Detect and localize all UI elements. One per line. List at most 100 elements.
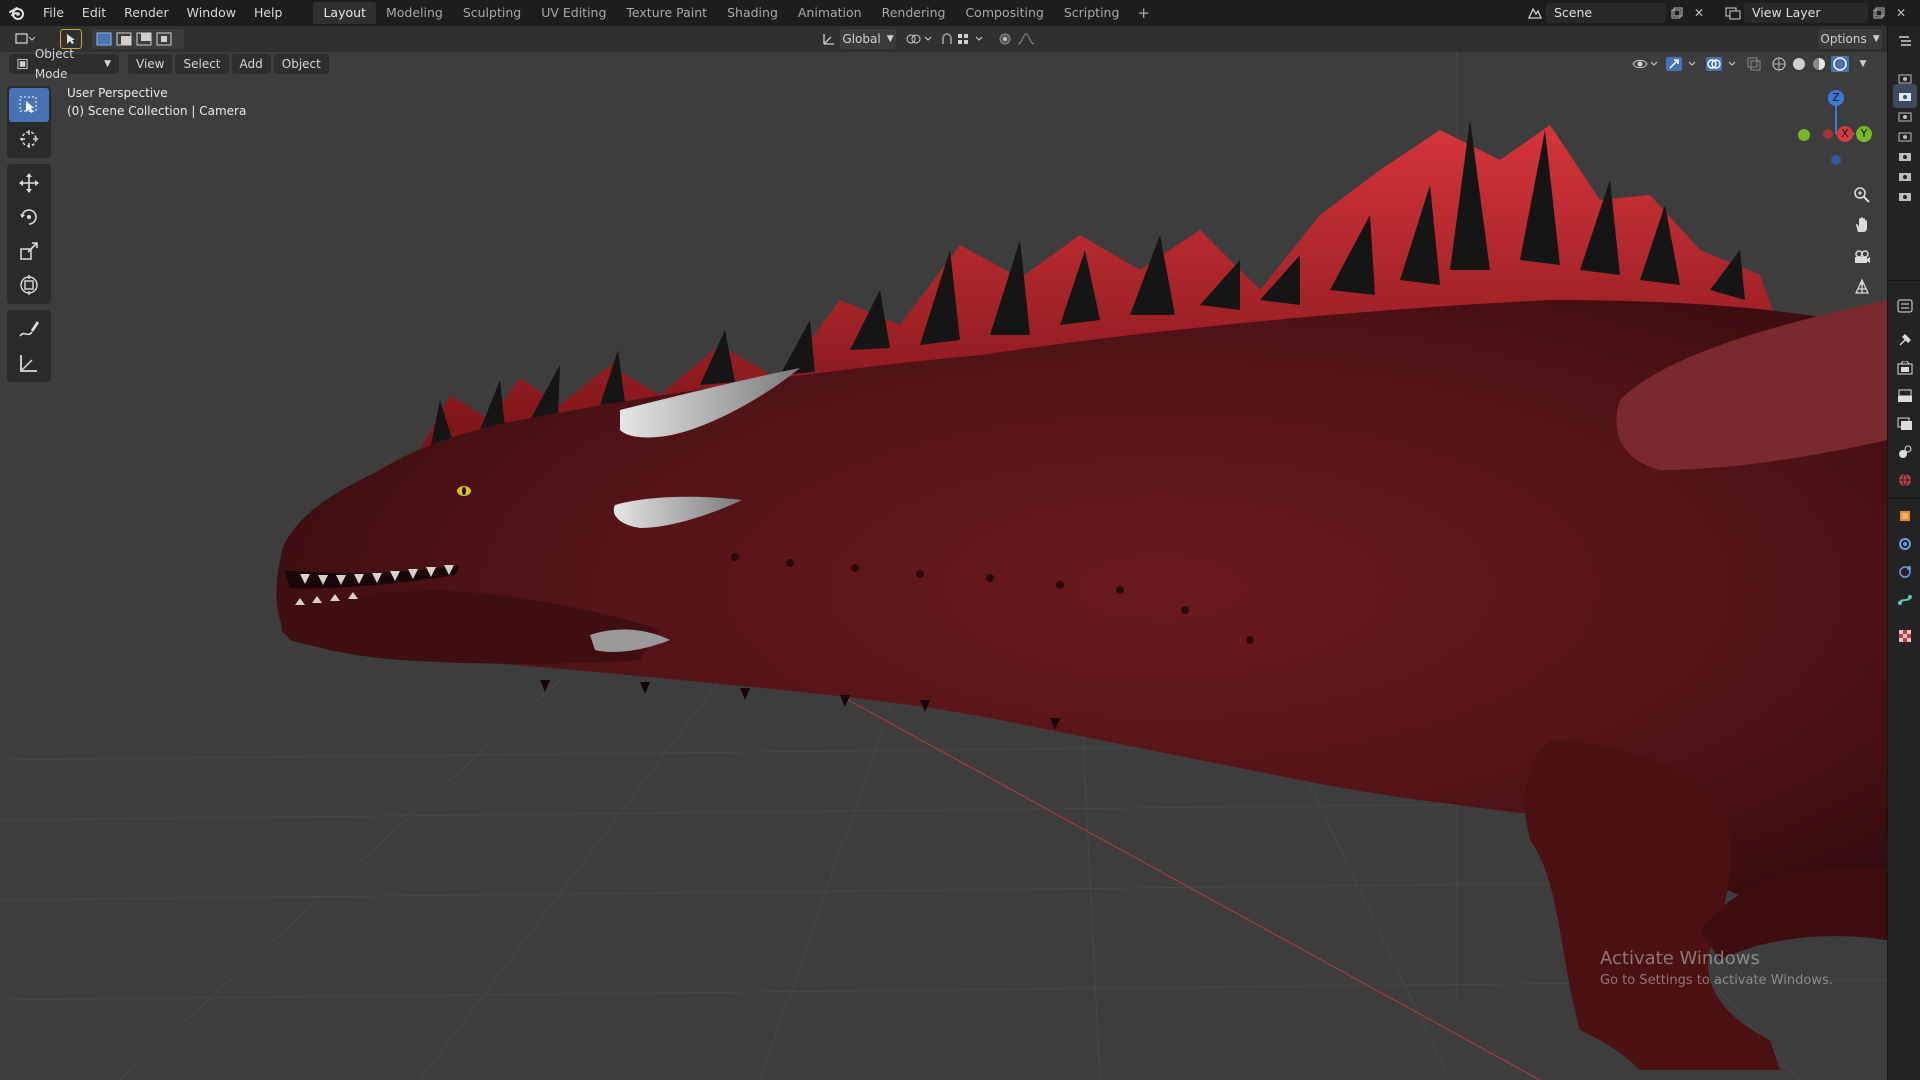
object-properties-icon[interactable] bbox=[1893, 504, 1917, 528]
tab-sculpting[interactable]: Sculpting bbox=[453, 2, 531, 24]
rotate-tool-icon[interactable] bbox=[9, 200, 49, 234]
viewport-scene bbox=[0, 52, 1887, 1080]
properties-tab-strip bbox=[1887, 26, 1920, 1080]
options-dropdown[interactable]: Options ▼ bbox=[1818, 29, 1882, 49]
tab-uv-editing[interactable]: UV Editing bbox=[531, 2, 616, 24]
snapping-icon[interactable] bbox=[938, 29, 988, 49]
tab-layout[interactable]: Layout bbox=[313, 2, 376, 24]
strip-divider bbox=[1888, 498, 1920, 499]
orientation-label: Global bbox=[842, 32, 881, 46]
menu-window[interactable]: Window bbox=[178, 0, 245, 26]
strip-divider bbox=[1888, 280, 1920, 281]
object-mode-dropdown[interactable]: Object Mode ▼ bbox=[9, 47, 119, 81]
menu-help[interactable]: Help bbox=[245, 0, 292, 26]
toolbar-group-transform bbox=[7, 164, 51, 304]
blender-logo-icon[interactable] bbox=[0, 0, 34, 26]
add-workspace-button[interactable]: + bbox=[1129, 4, 1158, 22]
menu-add[interactable]: Add bbox=[231, 54, 271, 74]
top-menu-bar: File Edit Render Window Help Layout Mode… bbox=[0, 0, 1920, 26]
camera-view-icon[interactable] bbox=[1847, 242, 1877, 272]
windows-activation-watermark: Activate Windows Go to Settings to activ… bbox=[1600, 948, 1833, 988]
tab-scripting[interactable]: Scripting bbox=[1054, 2, 1130, 24]
tab-animation[interactable]: Animation bbox=[788, 2, 872, 24]
orthographic-grid-icon[interactable] bbox=[1847, 272, 1877, 302]
menu-render[interactable]: Render bbox=[115, 0, 178, 26]
shading-mode-toggle[interactable] bbox=[1768, 54, 1852, 74]
watermark-subtitle: Go to Settings to activate Windows. bbox=[1600, 973, 1833, 988]
visibility-eye-icon[interactable] bbox=[1630, 54, 1660, 74]
watermark-title: Activate Windows bbox=[1600, 948, 1760, 969]
menu-object[interactable]: Object bbox=[273, 54, 329, 74]
orientation-dropdown[interactable]: Global ▼ bbox=[840, 29, 896, 49]
cursor-tool-icon[interactable] bbox=[9, 122, 49, 156]
material-properties-icon[interactable] bbox=[1893, 624, 1917, 648]
tab-compositing[interactable]: Compositing bbox=[955, 2, 1053, 24]
physics-properties-icon[interactable] bbox=[1893, 560, 1917, 584]
object-mode-label: Object Mode bbox=[34, 47, 74, 81]
new-scene-icon[interactable] bbox=[1666, 3, 1688, 23]
render-properties-icon[interactable] bbox=[1893, 356, 1917, 380]
gizmo-x-axis[interactable]: X bbox=[1837, 126, 1853, 142]
zoom-icon[interactable] bbox=[1847, 180, 1877, 210]
options-label: Options bbox=[1820, 32, 1867, 46]
tool-header: Global ▼ Options ▼ bbox=[0, 26, 1890, 52]
xray-toggle-icon[interactable] bbox=[1744, 54, 1764, 74]
proportional-editing-icon[interactable] bbox=[996, 29, 1046, 49]
shading-options-chevron-icon[interactable]: ▼ bbox=[1856, 54, 1870, 74]
view-layer-selector: View Layer ✕ bbox=[1722, 2, 1912, 24]
select-box-tool-icon[interactable] bbox=[9, 88, 49, 122]
scene-properties-icon[interactable] bbox=[1893, 440, 1917, 464]
new-view-layer-icon[interactable] bbox=[1868, 3, 1890, 23]
properties-editor-toggle-icon[interactable] bbox=[1893, 294, 1917, 318]
pivot-point-icon[interactable] bbox=[902, 29, 936, 49]
navigation-gizmo[interactable]: Z X Y bbox=[1790, 82, 1882, 182]
transform-orientation-icon[interactable] bbox=[818, 29, 840, 49]
view-layer-properties-icon[interactable] bbox=[1893, 412, 1917, 436]
menu-view[interactable]: View bbox=[128, 54, 173, 74]
modifier-properties-icon[interactable] bbox=[1893, 532, 1917, 556]
scene-collection-label: (0) Scene Collection | Camera bbox=[67, 104, 247, 118]
view-layer-field[interactable]: View Layer bbox=[1744, 3, 1868, 23]
tool-properties-icon[interactable] bbox=[1893, 328, 1917, 352]
toolbar-group-select bbox=[7, 86, 51, 158]
tab-shading[interactable]: Shading bbox=[717, 2, 788, 24]
view-perspective-label: User Perspective bbox=[67, 86, 168, 100]
chevron-down-icon: ▼ bbox=[886, 34, 894, 44]
outliner-toggle-icon[interactable] bbox=[1893, 30, 1917, 54]
world-properties-icon[interactable] bbox=[1893, 468, 1917, 492]
viewport-header: Object Mode ▼ View Select Add Object ▼ bbox=[0, 47, 1890, 81]
tab-rendering[interactable]: Rendering bbox=[872, 2, 956, 24]
gizmo-y-axis[interactable]: Y bbox=[1856, 126, 1872, 142]
gizmo-toggle-icon[interactable] bbox=[1664, 54, 1700, 74]
toolbar-group-annotate bbox=[7, 310, 51, 382]
scene-name-field[interactable]: Scene bbox=[1546, 3, 1666, 23]
workspace-tabs: Layout Modeling Sculpting UV Editing Tex… bbox=[313, 0, 1158, 26]
scene-selector: Scene ✕ bbox=[1524, 2, 1710, 24]
camera-collection-icon-7[interactable] bbox=[1893, 184, 1917, 208]
pan-hand-icon[interactable] bbox=[1847, 210, 1877, 240]
view-layer-icon[interactable] bbox=[1722, 3, 1744, 23]
constraint-properties-icon[interactable] bbox=[1893, 588, 1917, 612]
selection-mode-toggle[interactable] bbox=[92, 29, 184, 49]
tab-modeling[interactable]: Modeling bbox=[376, 2, 453, 24]
chevron-down-icon: ▼ bbox=[1872, 34, 1880, 44]
chevron-down-icon: ▼ bbox=[104, 59, 111, 69]
menu-edit[interactable]: Edit bbox=[73, 0, 115, 26]
3d-viewport[interactable]: User Perspective (0) Scene Collection | … bbox=[0, 52, 1887, 1080]
tab-texture-paint[interactable]: Texture Paint bbox=[616, 2, 717, 24]
viewport-shading-controls: ▼ bbox=[1630, 54, 1870, 74]
measure-tool-icon[interactable] bbox=[9, 346, 49, 380]
remove-scene-icon[interactable]: ✕ bbox=[1688, 3, 1710, 23]
object-mode-icon bbox=[17, 58, 28, 70]
output-properties-icon[interactable] bbox=[1893, 384, 1917, 408]
menu-select[interactable]: Select bbox=[175, 54, 229, 74]
move-tool-icon[interactable] bbox=[9, 166, 49, 200]
remove-view-layer-icon[interactable]: ✕ bbox=[1890, 3, 1912, 23]
overlays-toggle-icon[interactable] bbox=[1704, 54, 1740, 74]
gizmo-z-axis[interactable]: Z bbox=[1828, 90, 1844, 106]
menu-file[interactable]: File bbox=[34, 0, 73, 26]
annotate-tool-icon[interactable] bbox=[9, 312, 49, 346]
scene-icon[interactable] bbox=[1524, 3, 1546, 23]
scale-tool-icon[interactable] bbox=[9, 234, 49, 268]
transform-tool-icon[interactable] bbox=[9, 268, 49, 302]
